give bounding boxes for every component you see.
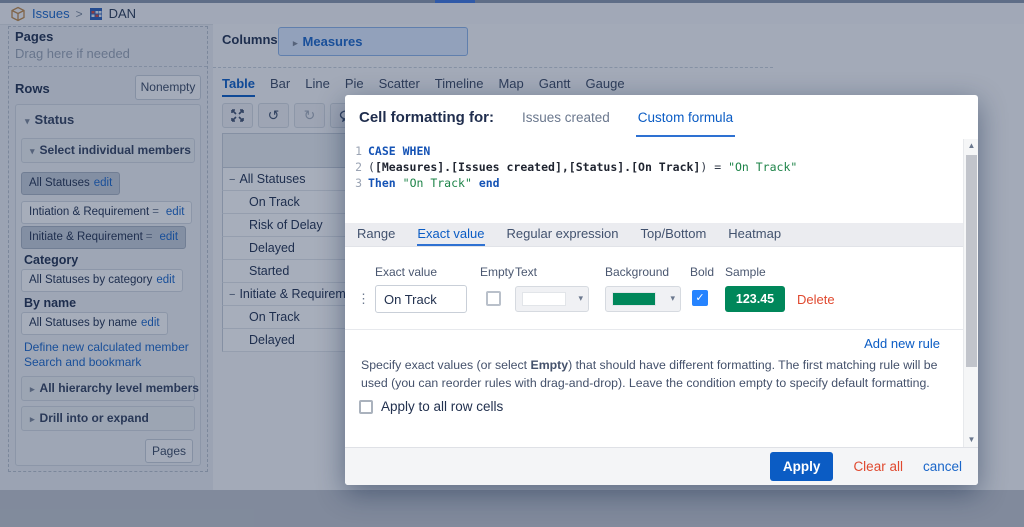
- exact-value-input[interactable]: [375, 285, 467, 313]
- add-new-rule-link[interactable]: Add new rule: [864, 336, 940, 351]
- code-string: "On Track": [728, 160, 798, 174]
- column-header-text: Text: [515, 265, 538, 279]
- code-operator: ) =: [700, 160, 729, 174]
- text-color-dropdown[interactable]: ▾: [515, 286, 589, 312]
- description-text: Specify exact values (or select: [361, 358, 531, 372]
- rule-type-tabs: Range Exact value Regular expression Top…: [345, 223, 963, 247]
- code-keyword: Then: [368, 176, 396, 190]
- cell-formatting-dialog: Cell formatting for: Issues created Cust…: [345, 95, 978, 485]
- scrollbar-thumb[interactable]: [966, 155, 977, 367]
- formatting-rule-row: ⋮ ▾ ▾ ✓ 123.45 Delete: [345, 285, 978, 315]
- chevron-down-icon: ▾: [670, 293, 675, 303]
- tab-range[interactable]: Range: [357, 223, 395, 246]
- background-color-dropdown[interactable]: ▾: [605, 286, 681, 312]
- delete-rule-link[interactable]: Delete: [797, 292, 835, 307]
- column-header-empty: Empty: [480, 265, 515, 279]
- code-paren: (: [368, 160, 375, 174]
- column-header-sample: Sample: [725, 265, 766, 279]
- background-color-swatch: [612, 292, 656, 306]
- tab-custom-formula[interactable]: Custom formula: [635, 97, 736, 137]
- dialog-footer: Apply Clear all cancel: [345, 447, 978, 485]
- tab-regular-expression[interactable]: Regular expression: [507, 223, 619, 246]
- dialog-header: Cell formatting for: Issues created Cust…: [345, 95, 978, 139]
- tab-top-bottom[interactable]: Top/Bottom: [641, 223, 707, 246]
- column-header-background: Background: [605, 265, 670, 279]
- apply-button[interactable]: Apply: [769, 452, 834, 481]
- rules-divider: [345, 329, 963, 330]
- line-number: 2: [355, 160, 362, 174]
- check-icon: ✓: [695, 292, 705, 304]
- empty-checkbox[interactable]: [486, 291, 501, 306]
- sample-preview: 123.45: [725, 286, 785, 312]
- description-empty-keyword: Empty: [530, 358, 569, 372]
- line-number: 3: [355, 176, 362, 190]
- apply-all-checkbox[interactable]: [359, 399, 373, 414]
- custom-formula-editor[interactable]: 1 CASE WHEN 2 ([Measures].[Issues created]…: [345, 139, 963, 215]
- code-keyword: CASE WHEN: [368, 144, 431, 158]
- clear-all-link[interactable]: Clear all: [853, 459, 903, 474]
- dialog-title: Cell formatting for:: [359, 108, 494, 126]
- column-header-bold: Bold: [690, 265, 715, 279]
- dialog-body: 1 CASE WHEN 2 ([Measures].[Issues created]…: [345, 139, 978, 447]
- code-string: "On Track": [402, 176, 472, 190]
- line-number: 1: [355, 144, 362, 158]
- code-members: [Measures].[Issues created],[Status].[On…: [374, 160, 701, 174]
- tab-heatmap[interactable]: Heatmap: [728, 223, 781, 246]
- tab-issues-created[interactable]: Issues created: [520, 97, 612, 137]
- code-keyword: end: [478, 176, 500, 190]
- scroll-up-icon[interactable]: ▲: [964, 139, 978, 153]
- cancel-link[interactable]: cancel: [923, 459, 962, 474]
- drag-handle-icon[interactable]: ⋮: [357, 291, 370, 307]
- apply-to-all-row-cells[interactable]: Apply to all row cells: [359, 399, 503, 414]
- apply-all-label: Apply to all row cells: [381, 399, 504, 414]
- rule-description: Specify exact values (or select Empty) t…: [361, 357, 954, 393]
- bold-checkbox[interactable]: ✓: [692, 290, 708, 306]
- scroll-down-icon[interactable]: ▼: [964, 433, 978, 447]
- chevron-down-icon: ▾: [578, 293, 583, 303]
- column-header-exact-value: Exact value: [375, 265, 438, 279]
- text-color-swatch: [522, 292, 566, 306]
- tab-exact-value[interactable]: Exact value: [417, 223, 485, 246]
